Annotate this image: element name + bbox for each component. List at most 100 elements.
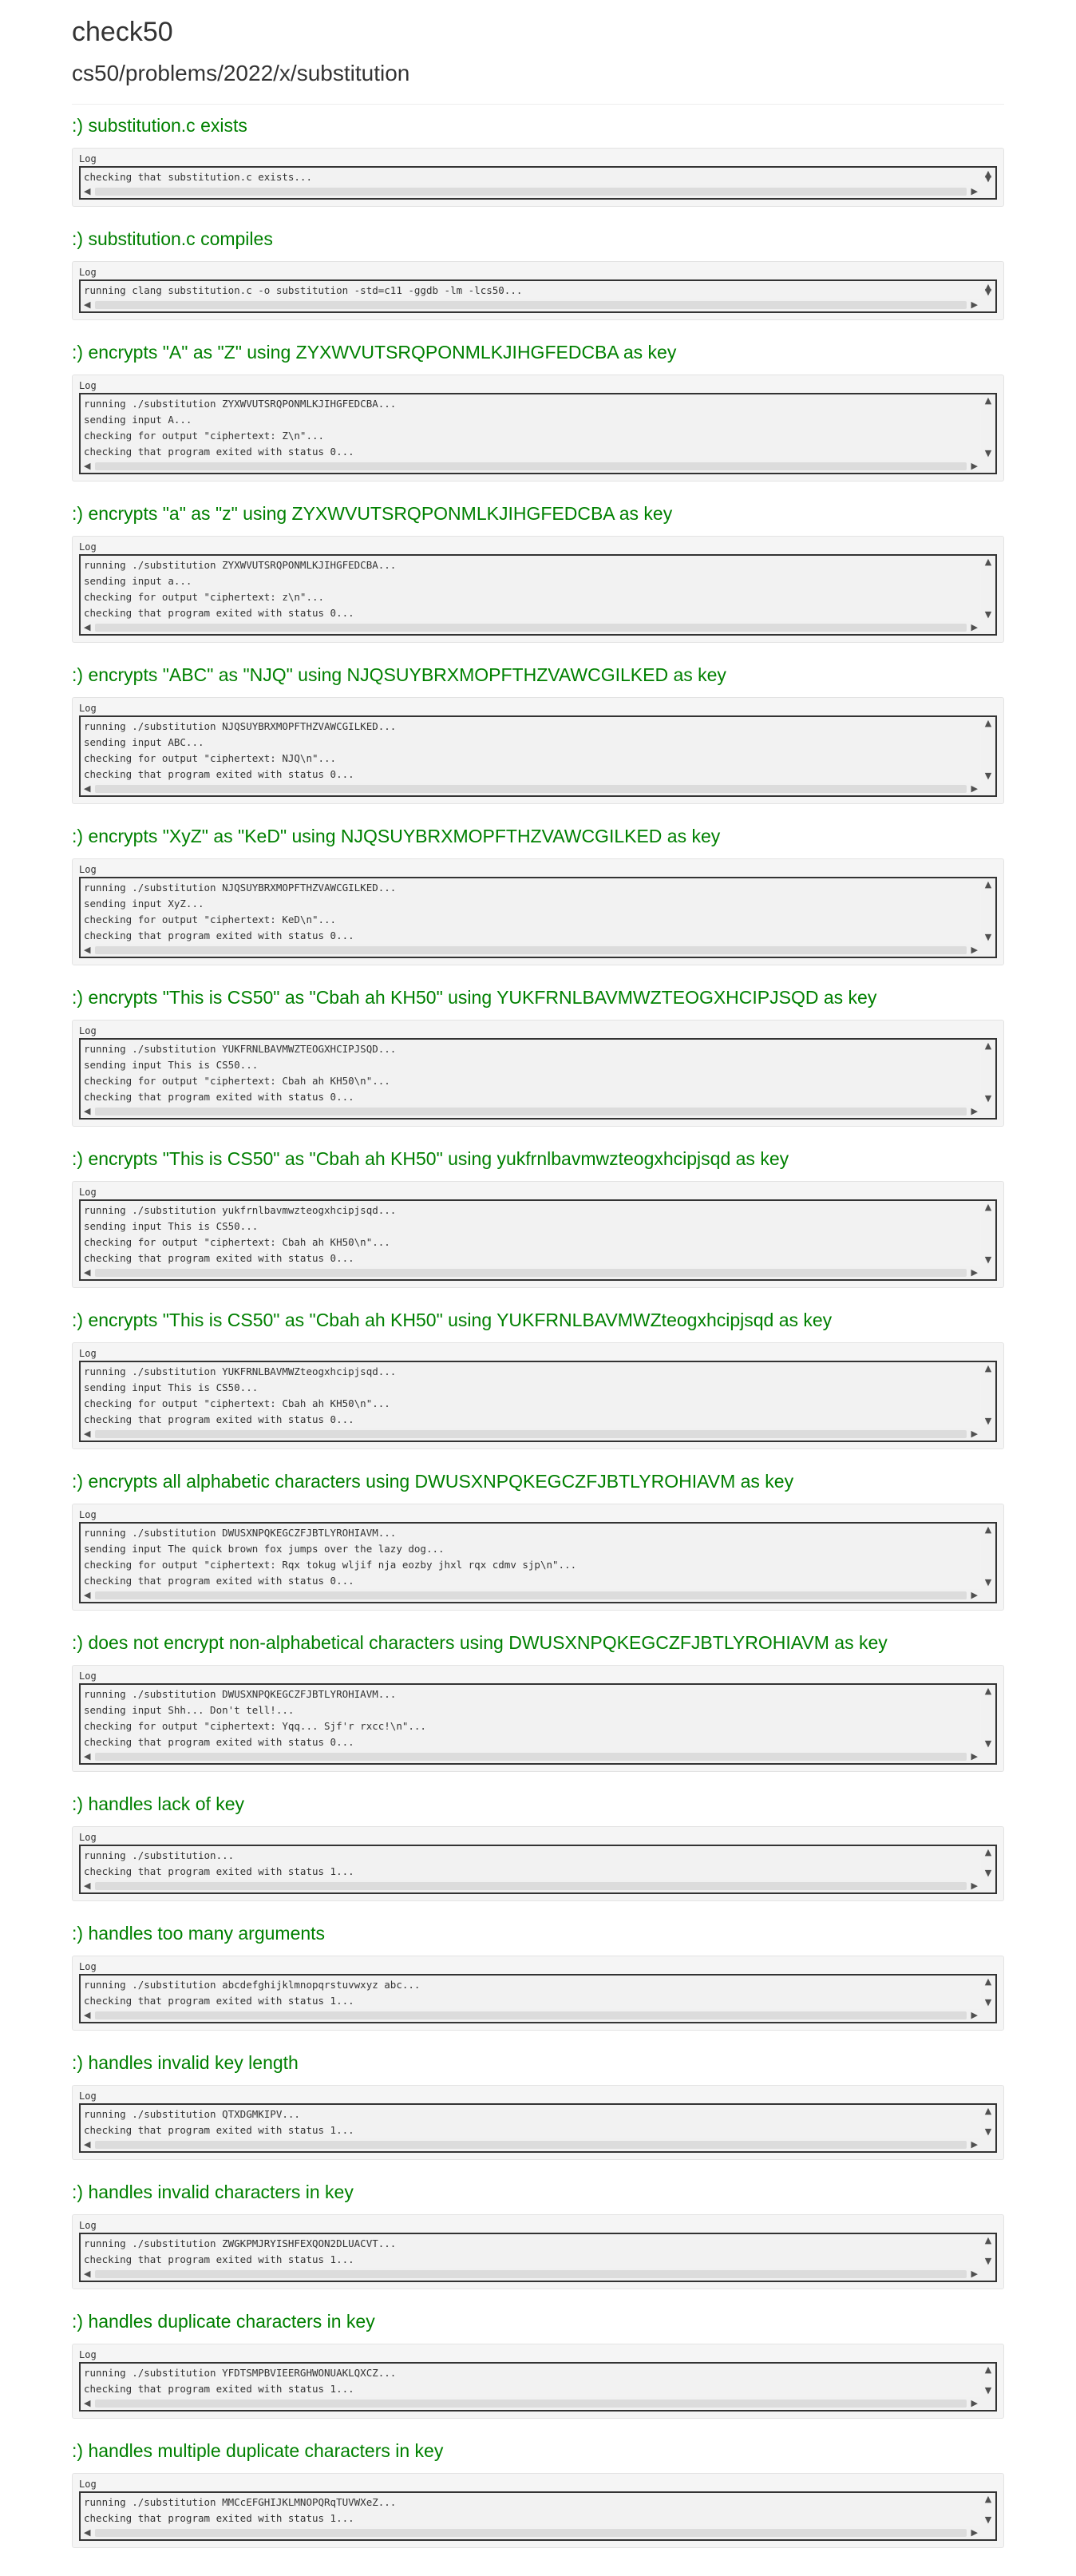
scrollbar-thumb[interactable] bbox=[95, 785, 967, 793]
scroll-up-icon[interactable]: ▲ bbox=[984, 1848, 992, 1857]
scroll-left-icon[interactable]: ◀ bbox=[84, 1107, 90, 1116]
horizontal-scrollbar[interactable]: ◀ ▶ bbox=[81, 783, 995, 795]
log-output[interactable]: running ./substitution DWUSXNPQKEGCZFJBT… bbox=[79, 1683, 997, 1765]
scroll-right-icon[interactable]: ▶ bbox=[971, 1107, 978, 1116]
log-output[interactable]: running ./substitution yukfrnlbavmwzteog… bbox=[79, 1199, 997, 1281]
scroll-up-icon[interactable]: ▲ bbox=[984, 1977, 992, 1987]
scroll-right-icon[interactable]: ▶ bbox=[971, 300, 978, 310]
scrollbar-thumb[interactable] bbox=[95, 2529, 967, 2537]
horizontal-scrollbar[interactable]: ◀ ▶ bbox=[81, 1428, 995, 1441]
vertical-scrollbar[interactable]: ▲ ▼ bbox=[981, 556, 995, 621]
log-output[interactable]: running ./substitution YUKFRNLBAVMWZTEOG… bbox=[79, 1038, 997, 1120]
horizontal-scrollbar[interactable]: ◀ ▶ bbox=[81, 2526, 995, 2539]
scroll-right-icon[interactable]: ▶ bbox=[971, 462, 978, 471]
scrollbar-thumb[interactable] bbox=[95, 188, 967, 196]
vertical-scrollbar[interactable]: ▲ ▼ bbox=[981, 2364, 995, 2397]
log-output[interactable]: running ./substitution NJQSUYBRXMOPFTHZV… bbox=[79, 715, 997, 797]
scrollbar-thumb[interactable] bbox=[95, 2011, 967, 2019]
log-output[interactable]: running ./substitution ZYXWVUTSRQPONMLKJ… bbox=[79, 393, 997, 474]
scroll-left-icon[interactable]: ◀ bbox=[84, 1591, 90, 1600]
scrollbar-thumb[interactable] bbox=[95, 946, 967, 954]
horizontal-scrollbar[interactable]: ◀ ▶ bbox=[81, 1880, 995, 1892]
vertical-scrollbar[interactable]: ▲ ▼ bbox=[981, 1201, 995, 1266]
horizontal-scrollbar[interactable]: ◀ ▶ bbox=[81, 621, 995, 634]
scroll-down-icon[interactable]: ▼ bbox=[984, 174, 992, 184]
scroll-down-icon[interactable]: ▼ bbox=[984, 1255, 992, 1265]
scroll-left-icon[interactable]: ◀ bbox=[84, 1752, 90, 1762]
vertical-scrollbar[interactable]: ▲ ▼ bbox=[981, 2234, 995, 2268]
scrollbar-thumb[interactable] bbox=[95, 2400, 967, 2408]
scroll-right-icon[interactable]: ▶ bbox=[971, 2399, 978, 2408]
vertical-scrollbar[interactable]: ▲ ▼ bbox=[981, 2105, 995, 2138]
scroll-down-icon[interactable]: ▼ bbox=[984, 1417, 992, 1426]
scroll-left-icon[interactable]: ◀ bbox=[84, 1429, 90, 1439]
scroll-up-icon[interactable]: ▲ bbox=[984, 1364, 992, 1373]
scroll-up-icon[interactable]: ▲ bbox=[984, 880, 992, 890]
scroll-right-icon[interactable]: ▶ bbox=[971, 1752, 978, 1762]
vertical-scrollbar[interactable]: ▲ ▼ bbox=[981, 394, 995, 460]
scroll-up-icon[interactable]: ▲ bbox=[984, 2495, 992, 2504]
horizontal-scrollbar[interactable]: ◀ ▶ bbox=[81, 460, 995, 473]
scroll-right-icon[interactable]: ▶ bbox=[971, 1591, 978, 1600]
horizontal-scrollbar[interactable]: ◀ ▶ bbox=[81, 2138, 995, 2151]
horizontal-scrollbar[interactable]: ◀ ▶ bbox=[81, 2009, 995, 2022]
log-output[interactable]: running ./substitution ZYXWVUTSRQPONMLKJ… bbox=[79, 554, 997, 636]
log-output[interactable]: running ./substitution YUKFRNLBAVMWZteog… bbox=[79, 1361, 997, 1442]
scroll-left-icon[interactable]: ◀ bbox=[84, 2011, 90, 2020]
scroll-left-icon[interactable]: ◀ bbox=[84, 623, 90, 632]
scroll-right-icon[interactable]: ▶ bbox=[971, 2140, 978, 2150]
scroll-down-icon[interactable]: ▼ bbox=[984, 933, 992, 942]
scroll-down-icon[interactable]: ▼ bbox=[984, 2127, 992, 2137]
vertical-scrollbar[interactable]: ▲ ▼ bbox=[981, 1976, 995, 2009]
log-output[interactable]: running ./substitution abcdefghijklmnopq… bbox=[79, 1974, 997, 2023]
scroll-down-icon[interactable]: ▼ bbox=[984, 771, 992, 781]
scroll-down-icon[interactable]: ▼ bbox=[984, 449, 992, 458]
horizontal-scrollbar[interactable]: ◀ ▶ bbox=[81, 1750, 995, 1763]
scroll-left-icon[interactable]: ◀ bbox=[84, 462, 90, 471]
log-output[interactable]: running ./substitution MMCcEFGHIJKLMNOPQ… bbox=[79, 2491, 997, 2541]
scrollbar-thumb[interactable] bbox=[95, 1753, 967, 1761]
scroll-down-icon[interactable]: ▼ bbox=[984, 2257, 992, 2266]
scroll-up-icon[interactable]: ▲ bbox=[984, 1525, 992, 1535]
horizontal-scrollbar[interactable]: ◀ ▶ bbox=[81, 944, 995, 957]
scrollbar-thumb[interactable] bbox=[95, 1882, 967, 1890]
scroll-left-icon[interactable]: ◀ bbox=[84, 784, 90, 794]
scroll-down-icon[interactable]: ▼ bbox=[984, 287, 992, 297]
scroll-left-icon[interactable]: ◀ bbox=[84, 187, 90, 196]
scroll-up-icon[interactable]: ▲ bbox=[984, 557, 992, 567]
scroll-left-icon[interactable]: ◀ bbox=[84, 2269, 90, 2279]
scrollbar-thumb[interactable] bbox=[95, 2270, 967, 2278]
scroll-left-icon[interactable]: ◀ bbox=[84, 945, 90, 955]
scroll-right-icon[interactable]: ▶ bbox=[971, 784, 978, 794]
scrollbar-thumb[interactable] bbox=[95, 624, 967, 632]
scroll-down-icon[interactable]: ▼ bbox=[984, 2386, 992, 2396]
scrollbar-thumb[interactable] bbox=[95, 1108, 967, 1116]
scrollbar-thumb[interactable] bbox=[95, 1430, 967, 1438]
log-output[interactable]: running ./substitution YFDTSMPBVIEERGHWO… bbox=[79, 2362, 997, 2412]
scroll-left-icon[interactable]: ◀ bbox=[84, 2399, 90, 2408]
vertical-scrollbar[interactable]: ▲ ▼ bbox=[981, 168, 995, 185]
horizontal-scrollbar[interactable]: ◀ ▶ bbox=[81, 2268, 995, 2281]
scroll-up-icon[interactable]: ▲ bbox=[984, 2236, 992, 2245]
scroll-up-icon[interactable]: ▲ bbox=[984, 1203, 992, 1212]
vertical-scrollbar[interactable]: ▲ ▼ bbox=[981, 281, 995, 299]
scrollbar-thumb[interactable] bbox=[95, 301, 967, 309]
scroll-right-icon[interactable]: ▶ bbox=[971, 187, 978, 196]
vertical-scrollbar[interactable]: ▲ ▼ bbox=[981, 1362, 995, 1428]
scroll-right-icon[interactable]: ▶ bbox=[971, 945, 978, 955]
scrollbar-thumb[interactable] bbox=[95, 462, 967, 470]
horizontal-scrollbar[interactable]: ◀ ▶ bbox=[81, 1589, 995, 1602]
scroll-up-icon[interactable]: ▲ bbox=[984, 2365, 992, 2375]
scroll-up-icon[interactable]: ▲ bbox=[984, 1041, 992, 1051]
scroll-down-icon[interactable]: ▼ bbox=[984, 1094, 992, 1104]
vertical-scrollbar[interactable]: ▲ ▼ bbox=[981, 878, 995, 944]
log-output[interactable]: running ./substitution NJQSUYBRXMOPFTHZV… bbox=[79, 877, 997, 958]
scroll-right-icon[interactable]: ▶ bbox=[971, 1881, 978, 1891]
scroll-up-icon[interactable]: ▲ bbox=[984, 2106, 992, 2116]
vertical-scrollbar[interactable]: ▲ ▼ bbox=[981, 1846, 995, 1880]
scroll-right-icon[interactable]: ▶ bbox=[971, 623, 978, 632]
scroll-right-icon[interactable]: ▶ bbox=[971, 2011, 978, 2020]
scrollbar-thumb[interactable] bbox=[95, 2141, 967, 2149]
vertical-scrollbar[interactable]: ▲ ▼ bbox=[981, 1524, 995, 1589]
vertical-scrollbar[interactable]: ▲ ▼ bbox=[981, 1685, 995, 1750]
